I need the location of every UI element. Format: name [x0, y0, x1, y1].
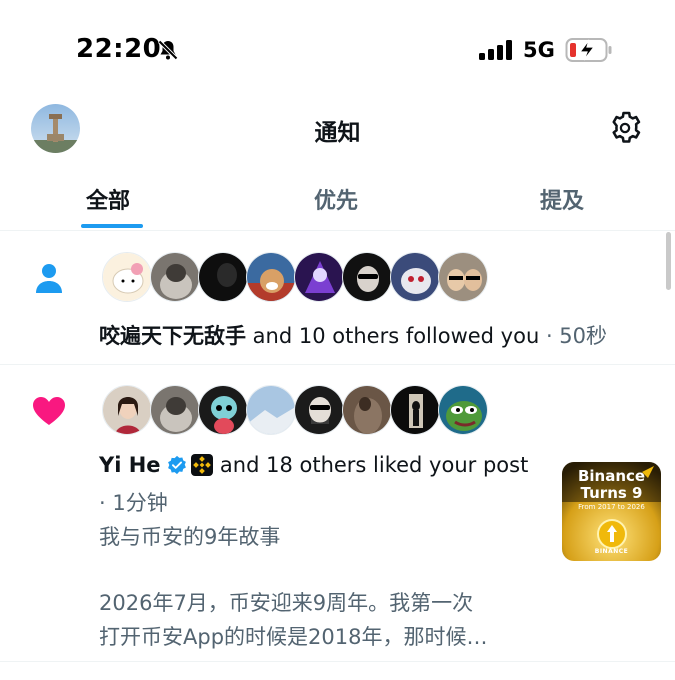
avatar[interactable] — [246, 252, 296, 302]
avatar[interactable] — [390, 385, 440, 435]
thumbnail-title: Binance Turns 9 — [577, 467, 646, 502]
bell-muted-icon — [158, 40, 178, 60]
post-excerpt-line[interactable]: 2026年7月，币安迎来9周年。我第一次 — [99, 587, 473, 617]
avatar[interactable] — [102, 385, 152, 435]
post-excerpt-line[interactable]: 打开币安App的时候是2018年，那时候… — [99, 621, 487, 651]
like-summary: and 18 others liked your post — [213, 453, 529, 477]
status-time: 22:20 — [76, 34, 162, 64]
avatar[interactable] — [438, 252, 488, 302]
person-icon — [36, 264, 62, 293]
battery-charging-icon — [565, 38, 612, 62]
avatar[interactable] — [294, 252, 344, 302]
actor-name[interactable]: 咬遍天下无敌手 — [99, 324, 246, 348]
like-text: Yi He and 18 others liked your post — [99, 453, 528, 477]
page-title: 通知 — [314, 120, 361, 146]
avatar[interactable] — [198, 252, 248, 302]
binance-logo: BINANCE — [594, 548, 629, 555]
timestamp: · 50秒 — [539, 324, 608, 348]
timestamp: · 1分钟 — [99, 491, 168, 515]
avatar[interactable] — [390, 252, 440, 302]
tab-all[interactable]: 全部 — [86, 183, 130, 215]
post-thumbnail[interactable]: Binance Turns 9 From 2017 to 2026 BINANC… — [562, 462, 661, 561]
notification-tabs: 全部 优先 提及 — [0, 165, 675, 231]
notification-follow[interactable]: 咬遍天下无敌手 and 10 others followed you · 50秒 — [0, 231, 675, 365]
avatar[interactable] — [198, 385, 248, 435]
binance-affiliate-icon — [191, 454, 214, 476]
tab-priority[interactable]: 优先 — [314, 183, 358, 215]
avatar[interactable] — [150, 252, 200, 302]
avatar[interactable] — [246, 385, 296, 435]
follow-summary: and 10 others followed you — [246, 324, 540, 348]
follow-text: 咬遍天下无敌手 and 10 others followed you · 50秒 — [99, 320, 607, 350]
avatar[interactable] — [150, 385, 200, 435]
tab-mentions[interactable]: 提及 — [540, 183, 584, 215]
active-tab-indicator — [81, 224, 143, 228]
avatar[interactable] — [438, 385, 488, 435]
avatar[interactable] — [342, 385, 392, 435]
signal-bars-icon — [479, 40, 512, 60]
avatar[interactable] — [102, 252, 152, 302]
thumbnail-subtitle: From 2017 to 2026 — [578, 503, 645, 511]
post-title[interactable]: 我与币安的9年故事 — [99, 521, 280, 551]
avatar[interactable] — [294, 385, 344, 435]
gear-icon[interactable] — [607, 110, 643, 146]
verified-badge-icon — [168, 455, 187, 475]
avatar[interactable] — [342, 252, 392, 302]
actor-name[interactable]: Yi He — [99, 453, 161, 477]
status-bar: 22:20 5G — [0, 0, 675, 100]
network-type: 5G — [523, 38, 555, 62]
heart-icon — [33, 397, 65, 425]
